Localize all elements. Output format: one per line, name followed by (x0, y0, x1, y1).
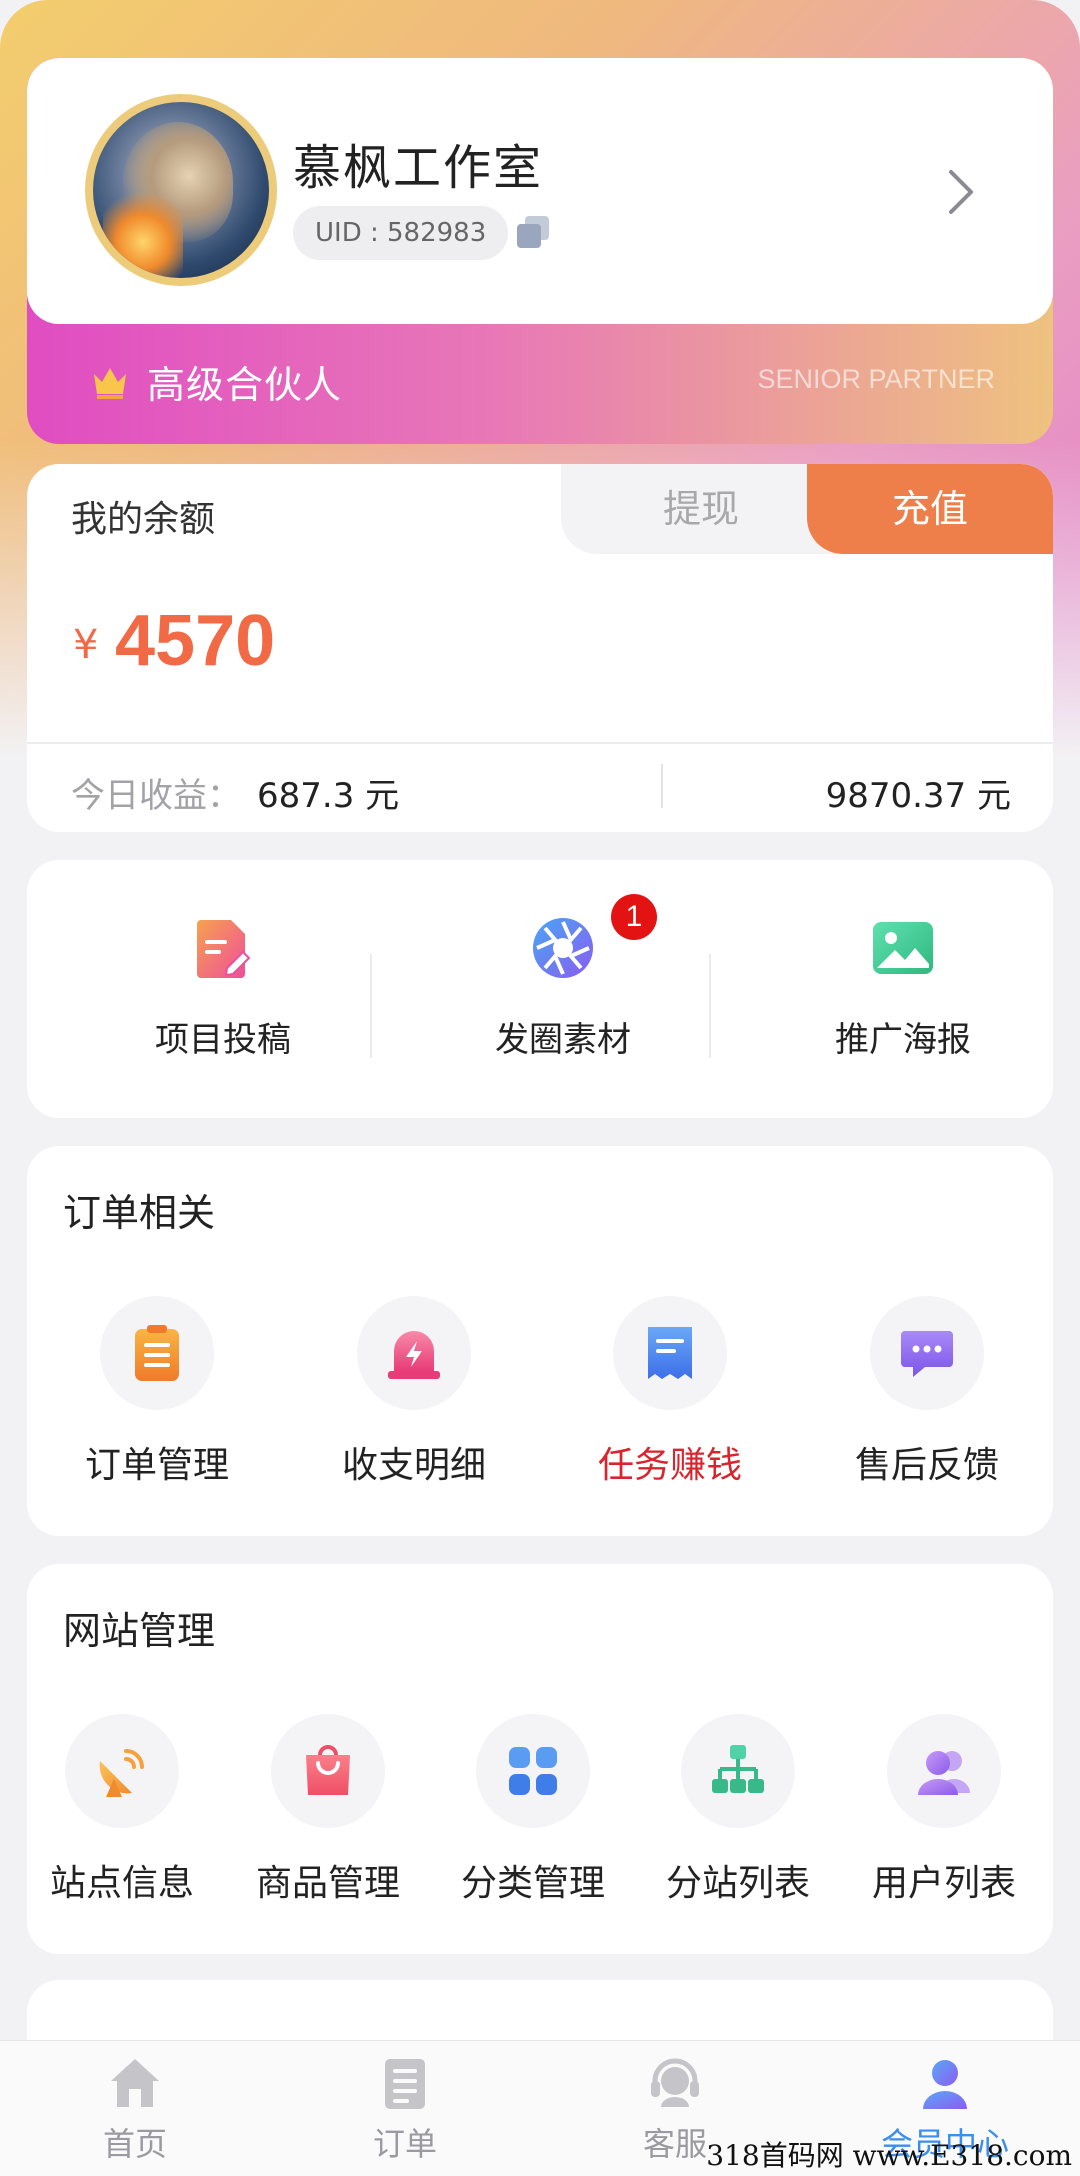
order-management[interactable]: 订单管理 (57, 1296, 257, 1496)
order-item-label: 任务赚钱 (597, 1445, 742, 1486)
member-icon (923, 2060, 967, 2109)
divider (370, 954, 372, 1058)
divider (709, 954, 711, 1058)
order-list-icon (385, 2059, 425, 2109)
income-expense-detail[interactable]: 收支明细 (314, 1296, 514, 1496)
balance-title: 我的余额 (71, 499, 216, 540)
tool-label: 项目投稿 (155, 1020, 291, 1060)
order-item-label: 收支明细 (341, 1445, 486, 1486)
uid-badge: UID : 582983 (293, 206, 509, 260)
tab-home[interactable]: 首页 (55, 2055, 215, 2175)
today-earnings-value: 687.3 元 (257, 776, 400, 816)
headset-icon (651, 2058, 699, 2107)
balance-amount: 4570 (115, 601, 276, 681)
task-earn-money[interactable]: 任务赚钱 (570, 1296, 770, 1496)
tab-label: 订单 (372, 2125, 437, 2163)
quick-tools-card: 项目投稿 1 发圈素材 推广海报 (27, 860, 1053, 1118)
section-title: 网站管理 (63, 1609, 216, 1653)
after-sales-feedback[interactable]: 售后反馈 (827, 1296, 1027, 1496)
divider (661, 764, 663, 808)
section-title: 订单相关 (63, 1191, 216, 1235)
partner-level-en: SENIOR PARTNER (757, 364, 995, 394)
profile-info[interactable]: 慕枫工作室 UID : 582983 (27, 58, 1053, 324)
alarm-bolt-icon (388, 1331, 440, 1379)
tool-promo-poster[interactable]: 推广海报 (753, 916, 1053, 1086)
tool-label: 推广海报 (835, 1020, 971, 1060)
tool-project-submit[interactable]: 项目投稿 (73, 916, 373, 1086)
profile-name: 慕枫工作室 (293, 140, 544, 196)
chat-bubble-icon (901, 1331, 953, 1377)
notification-badge: 1 (611, 894, 657, 940)
user-list[interactable]: 用户列表 (854, 1714, 1034, 1914)
users-icon (918, 1751, 970, 1795)
clipboard-icon (135, 1325, 179, 1381)
chevron-right-icon[interactable] (941, 164, 981, 220)
order-item-label: 订单管理 (84, 1445, 229, 1486)
image-icon (873, 922, 933, 974)
site-item-label: 站点信息 (49, 1863, 194, 1904)
site-info[interactable]: 站点信息 (32, 1714, 212, 1914)
aperture-icon (533, 918, 593, 978)
product-management[interactable]: 商品管理 (238, 1714, 418, 1914)
balance-card: 我的余额 提现 充值 ¥ 4570 今日收益： 687.3 元 9870.37 … (27, 464, 1053, 832)
avatar[interactable] (85, 94, 277, 286)
category-grid-icon (509, 1747, 557, 1795)
withdraw-button[interactable]: 提现 (561, 464, 841, 554)
today-earnings-label: 今日收益： (71, 776, 241, 816)
profile-card[interactable]: 慕枫工作室 UID : 582983 高级合伙人 SENIOR PARTNER (27, 58, 1053, 444)
document-edit-icon (197, 920, 251, 978)
watermark: 318首码网 www.E318.com (706, 2139, 1072, 2172)
site-management-section: 网站管理 站点信息 商品管理 分类管理 分站列表 用户列表 (27, 1564, 1053, 1954)
order-item-label: 售后反馈 (854, 1445, 999, 1486)
currency-symbol: ¥ (73, 622, 99, 668)
site-item-label: 商品管理 (255, 1863, 400, 1904)
tab-orders[interactable]: 订单 (325, 2055, 485, 2175)
site-item-label: 分类管理 (460, 1863, 605, 1904)
shopping-bag-icon (306, 1745, 350, 1795)
tab-label: 首页 (102, 2125, 167, 2163)
satellite-dish-icon (99, 1749, 144, 1797)
receipt-icon (648, 1327, 692, 1379)
sitemap-icon (712, 1745, 764, 1793)
tool-moments-material[interactable]: 1 发圈素材 (413, 894, 713, 1086)
copy-icon[interactable] (513, 212, 553, 252)
partner-level: 高级合伙人 (147, 363, 343, 407)
bottom-tab-bar: 首页 订单 客服 会员中心 318首码网 www.E318.com (0, 2040, 1080, 2176)
category-management[interactable]: 分类管理 (443, 1714, 623, 1914)
site-item-label: 用户列表 (871, 1863, 1016, 1904)
divider (27, 742, 1053, 744)
total-earnings-value: 9870.37 元 (825, 776, 1011, 816)
crown-icon (94, 368, 126, 399)
recharge-button[interactable]: 充值 (807, 464, 1053, 554)
home-icon (111, 2059, 159, 2107)
substation-list[interactable]: 分站列表 (648, 1714, 828, 1914)
tool-label: 发圈素材 (495, 1020, 631, 1060)
site-item-label: 分站列表 (665, 1863, 810, 1904)
orders-section: 订单相关 订单管理 收支明细 任务赚钱 售后反馈 (27, 1146, 1053, 1536)
